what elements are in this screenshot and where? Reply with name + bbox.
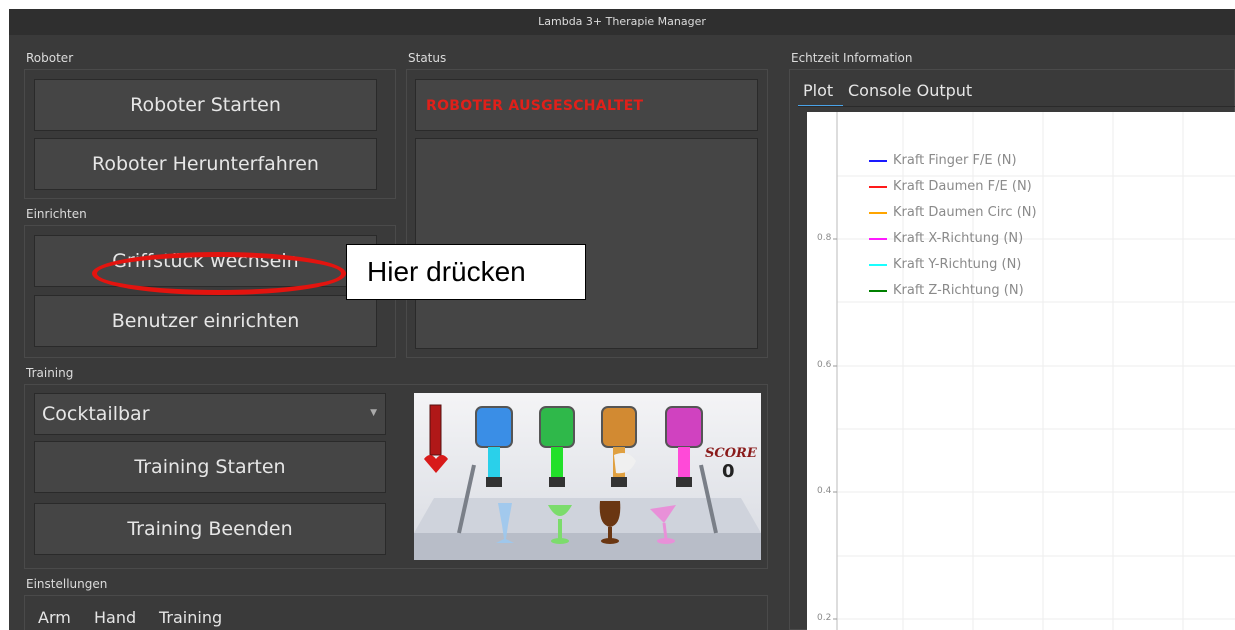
app-window: Lambda 3+ Therapie Manager Roboter Robot… — [9, 9, 1235, 630]
status-text: ROBOTER AUSGESCHALTET — [426, 98, 644, 114]
legend-item: Kraft Daumen Circ (N) — [869, 205, 1037, 220]
cocktailbar-preview-image: SCORE 0 — [414, 393, 761, 560]
y-tick-label: 0.6 — [817, 360, 832, 370]
force-plot: 0.8 0.6 0.4 0.2 Kraft Finger F/E (N) Kraf… — [807, 112, 1235, 630]
legend-item: Kraft Finger F/E (N) — [869, 153, 1017, 168]
legend-label: Kraft Daumen F/E (N) — [893, 179, 1032, 194]
legend-swatch — [869, 159, 887, 162]
legend-label: Kraft Finger F/E (N) — [893, 153, 1017, 168]
legend-item: Kraft X-Richtung (N) — [869, 231, 1023, 246]
score-value: 0 — [722, 461, 735, 482]
tab-arm[interactable]: Arm — [38, 608, 71, 627]
status-display: ROBOTER AUSGESCHALTET — [415, 79, 758, 131]
legend-swatch — [869, 237, 887, 240]
legend-label: Kraft Y-Richtung (N) — [893, 257, 1022, 272]
einstellungen-label: Einstellungen — [26, 577, 108, 591]
y-tick-label: 0.8 — [817, 233, 832, 243]
legend-label: Kraft Z-Richtung (N) — [893, 283, 1024, 298]
score-label: SCORE — [705, 446, 758, 461]
game-preview: SCORE 0 — [414, 393, 761, 560]
legend-label: Kraft X-Richtung (N) — [893, 231, 1024, 246]
training-stop-button[interactable]: Training Beenden — [34, 503, 386, 555]
y-tick-label: 0.2 — [817, 613, 832, 623]
training-label: Training — [26, 366, 74, 380]
legend-item: Kraft Daumen F/E (N) — [869, 179, 1032, 194]
roboter-start-button[interactable]: Roboter Starten — [34, 79, 377, 131]
tab-plot[interactable]: Plot — [803, 81, 833, 100]
griffstueck-button[interactable]: Griffstück wechseln — [34, 235, 377, 287]
tab-hand[interactable]: Hand — [94, 608, 136, 627]
echtzeit-label: Echtzeit Information — [791, 51, 913, 65]
chevron-down-icon: ▼ — [370, 408, 377, 418]
hint-callout-text: Hier drücken — [367, 256, 526, 287]
roboter-label: Roboter — [26, 51, 74, 65]
legend-item: Kraft Z-Richtung (N) — [869, 283, 1024, 298]
legend-swatch — [869, 263, 887, 266]
tab-console-output[interactable]: Console Output — [848, 81, 972, 100]
legend-swatch — [869, 211, 887, 214]
training-start-button[interactable]: Training Starten — [34, 441, 386, 493]
legend-swatch — [869, 289, 887, 292]
legend-swatch — [869, 185, 887, 188]
benutzer-einrichten-button[interactable]: Benutzer einrichten — [34, 295, 377, 347]
game-select-value: Cocktailbar — [42, 403, 150, 425]
tab-training[interactable]: Training — [159, 608, 222, 627]
y-tick-label: 0.4 — [817, 486, 832, 496]
game-select[interactable]: Cocktailbar ▼ — [34, 393, 386, 435]
legend-item: Kraft Y-Richtung (N) — [869, 257, 1021, 272]
legend-label: Kraft Daumen Circ (N) — [893, 205, 1037, 220]
hint-callout: Hier drücken — [346, 244, 586, 300]
window-title: Lambda 3+ Therapie Manager — [9, 9, 1235, 35]
tab-divider — [798, 106, 1235, 107]
status-label: Status — [408, 51, 447, 65]
roboter-shutdown-button[interactable]: Roboter Herunterfahren — [34, 138, 377, 190]
einrichten-label: Einrichten — [26, 207, 87, 221]
